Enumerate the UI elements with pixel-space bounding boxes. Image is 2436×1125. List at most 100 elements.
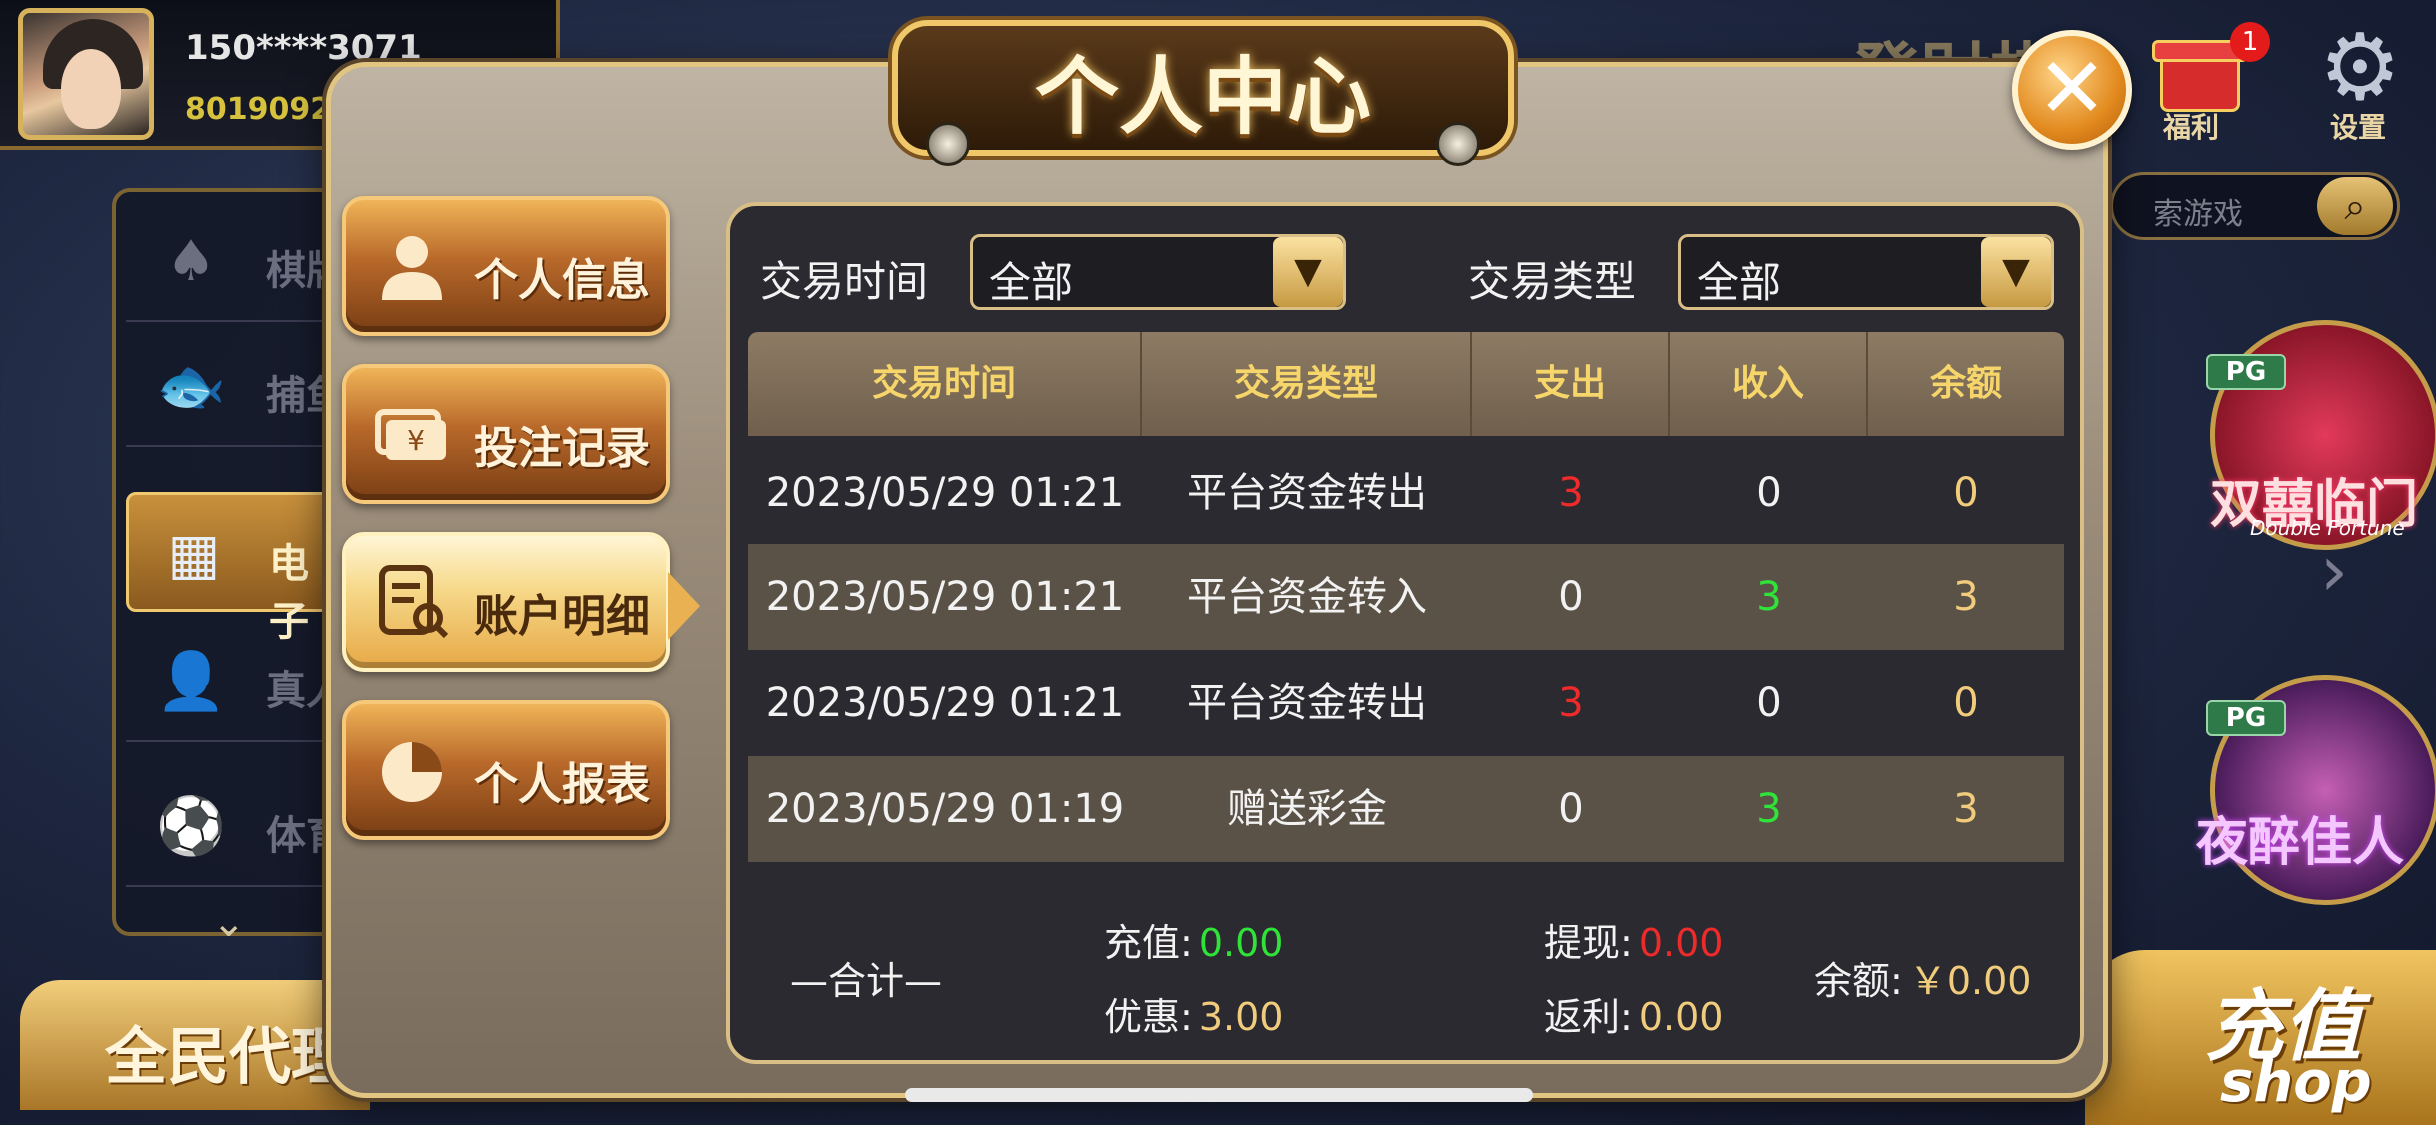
column-header: 支出 [1472,332,1670,436]
document-search-icon [374,564,450,640]
chevron-right-icon[interactable]: › [2320,530,2348,612]
game-title: 夜醉佳人 [2196,812,2405,873]
cell-income: 0 [1756,470,1782,516]
cell-type: 平台资金转出 [1187,680,1427,726]
summary-recharge: 充值: 0.00 [1104,912,1283,967]
slot-machine-icon: ▦ [167,522,221,587]
gift-label: 福利 [2163,111,2220,144]
avatar[interactable] [18,8,154,140]
summary-withdraw: 提现: 0.00 [1544,912,1723,967]
cell-balance: 3 [1953,574,1979,620]
fish-icon: 🐟 [156,354,226,419]
summary-label: —合计— [790,959,943,1003]
select-value: 全部 [989,258,1074,307]
cell-expense: 3 [1558,470,1584,516]
cell-type: 平台资金转出 [1187,470,1427,516]
modal-title: 个人中心 [1034,48,1371,146]
tab-account-details[interactable]: 账户明细 [342,532,700,672]
summary-withdraw-label: 提现: [1544,921,1633,965]
cell-type: 平台资金转入 [1187,574,1427,620]
home-indicator[interactable] [905,1088,1533,1102]
column-header: 收入 [1670,332,1868,436]
cell-income: 3 [1756,574,1782,620]
gear-icon[interactable]: ⚙ [2312,20,2408,116]
tab-label: 个人报表 [474,759,650,810]
table-row: 2023/05/29 01:21 平台资金转入 0 3 3 [748,544,2064,650]
table-row: 2023/05/29 01:21 平台资金转出 3 0 0 [748,440,2064,546]
pg-tag: PG [2206,354,2286,390]
summary-rebate-value: 0.00 [1638,995,1724,1039]
pie-chart-icon [374,732,450,808]
filter-type-label: 交易类型 [1468,257,1637,306]
table-header: 交易时间 交易类型 支出 收入 余额 [748,332,2064,436]
filter-time-label: 交易时间 [760,257,929,306]
shop-label: shop [2220,1050,2372,1115]
cell-income: 0 [1756,680,1782,726]
cards-icon: ♠ [165,229,217,294]
agent-label: 全民代理 [105,1020,354,1093]
recharge-shop-button[interactable]: 充值 shop [2085,950,2436,1125]
close-button[interactable]: ✕ [2012,30,2132,150]
cell-balance: 0 [1953,680,1979,726]
tab-label: 账户明细 [474,591,650,642]
cell-balance: 0 [1953,470,1979,516]
summary-balance-value: ￥0.00 [1908,959,2032,1003]
cell-expense: 0 [1558,574,1584,620]
soccer-icon: ⚽ [156,794,226,859]
cell-balance: 3 [1953,786,1979,832]
summary-discount-value: 3.00 [1198,995,1284,1039]
close-icon: ✕ [2036,39,2108,137]
summary-rebate-label: 返利: [1544,995,1633,1039]
pg-tag: PG [2206,700,2286,736]
column-header: 余额 [1929,363,2002,404]
cell-time: 2023/05/29 01:21 [765,680,1125,726]
summary-rebate: 返利: 0.00 [1544,986,1723,1041]
tab-personal-report[interactable]: 个人报表 [342,700,670,840]
agent-button[interactable]: 全民代理 [20,980,370,1110]
search-icon[interactable]: ⌕ [2317,177,2393,235]
svg-text:¥: ¥ [407,424,425,457]
column-header: 交易类型 [1142,332,1472,436]
tab-label: 个人信息 [474,255,650,306]
table-row: 2023/05/29 01:19 赠送彩金 0 3 3 [748,756,2064,862]
dropdown-arrow-icon[interactable]: ▼ [1273,237,1343,307]
person-icon [374,228,450,304]
summary-balance-label: 余额: [1814,959,1903,1003]
tab-personal-info[interactable]: 个人信息 [342,196,670,336]
summary-discount-label: 优惠: [1104,995,1193,1039]
search-input[interactable]: 索游戏 [2153,189,2243,233]
nav-item-fishing[interactable]: 🐟 捕鱼 [126,327,346,447]
tab-label: 投注记录 [474,423,650,474]
cell-expense: 0 [1558,786,1584,832]
settings-label: 设置 [2330,111,2387,144]
lobby-side-nav: ♠ 棋牌 🐟 捕鱼 ▦ 电子 👤 真人 ⚽ 体育 [112,188,346,936]
table-row: 2023/05/29 01:21 平台资金转出 3 0 0 [748,650,2064,756]
cell-time: 2023/05/29 01:21 [765,574,1125,620]
dealer-icon: 👤 [156,649,226,714]
tab-bet-records[interactable]: ¥ 投注记录 [342,364,670,504]
time-select[interactable]: 全部 ▼ [970,234,1346,310]
nav-item-chess[interactable]: ♠ 棋牌 [126,202,346,322]
summary-withdraw-value: 0.00 [1638,921,1724,965]
cell-time: 2023/05/29 01:19 [765,786,1125,832]
cell-time: 2023/05/29 01:21 [765,470,1125,516]
select-value: 全部 [1697,258,1782,307]
dropdown-arrow-icon[interactable]: ▼ [1981,237,2051,307]
nav-item-electronic[interactable]: ▦ 电子 [126,492,346,645]
cell-type: 赠送彩金 [1227,786,1387,832]
summary-recharge-label: 充值: [1104,921,1193,965]
cell-income: 3 [1756,786,1782,832]
chevron-down-icon[interactable]: ⌄ [212,900,246,946]
type-select[interactable]: 全部 ▼ [1678,234,2054,310]
cell-expense: 3 [1558,680,1584,726]
search-bar[interactable]: 索游戏 ⌕ [2110,172,2400,240]
summary-recharge-value: 0.00 [1198,921,1284,965]
summary-balance: 余额: ￥0.00 [1814,950,2031,1005]
nav-item-sports[interactable]: ⚽ 体育 [126,767,346,887]
nav-item-live[interactable]: 👤 真人 [126,622,346,742]
summary-discount: 优惠: 3.00 [1104,986,1283,1041]
notification-badge: 1 [2230,22,2270,62]
column-header: 交易时间 [748,332,1142,436]
cash-icon: ¥ [374,396,450,472]
avatar-face [61,49,121,129]
